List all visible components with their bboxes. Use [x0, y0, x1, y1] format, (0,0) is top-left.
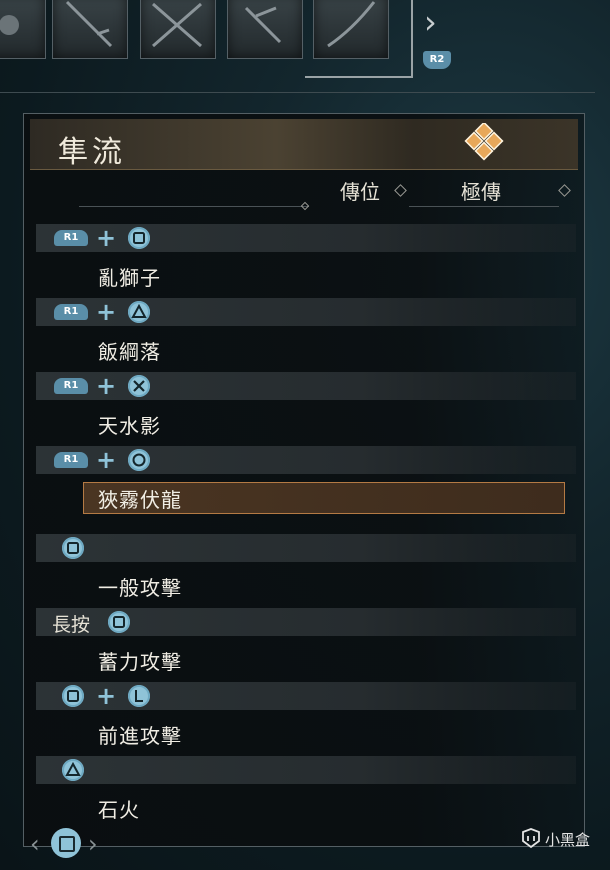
- panel-header: 隼流: [30, 119, 578, 170]
- triangle-button-icon: [128, 301, 150, 323]
- move-name[interactable]: 石火: [98, 794, 140, 823]
- input-row: [36, 534, 576, 562]
- column-header-mastery: 極傳: [461, 180, 501, 204]
- selected-slot-frame: [305, 0, 413, 78]
- input-row: R1 +: [36, 298, 576, 326]
- watermark-logo-icon: [522, 828, 540, 849]
- page-title: 隼流: [58, 135, 126, 170]
- r2-button-badge: R2: [423, 51, 451, 69]
- weapon-slot[interactable]: [52, 0, 128, 59]
- input-row: R1 +: [36, 224, 576, 252]
- r1-button-badge: R1: [54, 452, 88, 468]
- weapon-strip: [0, 0, 413, 78]
- square-button-icon: [51, 828, 81, 858]
- square-button-icon: [62, 685, 84, 707]
- chevron-left-icon[interactable]: ‹: [30, 830, 40, 858]
- square-button-icon: [62, 537, 84, 559]
- plus-icon: +: [96, 446, 117, 474]
- tonfa-icon: [244, 6, 282, 44]
- cross-button-icon: [128, 375, 150, 397]
- move-list-panel: 隼流 傳位 極傳 R1 + 亂獅子 R1 + 飯綱落 R1 + 天水影 R1 +…: [23, 113, 585, 847]
- left-stick-icon: [128, 685, 150, 707]
- diamond-emblem-icon: [464, 123, 504, 161]
- move-name[interactable]: 亂獅子: [98, 262, 161, 291]
- move-name[interactable]: 飯綱落: [98, 336, 161, 365]
- plus-icon: +: [96, 224, 117, 252]
- r1-button-badge: R1: [54, 230, 88, 246]
- hold-label: 長按: [52, 614, 91, 636]
- column-header-transmission: 傳位: [340, 180, 380, 204]
- input-row: 長按: [36, 608, 576, 636]
- input-row: R1 +: [36, 372, 576, 400]
- input-row: R1 +: [36, 446, 576, 474]
- move-name-selected[interactable]: 狹霧伏龍: [98, 484, 182, 513]
- square-button-icon: [128, 227, 150, 249]
- plus-icon: +: [96, 372, 117, 400]
- move-name[interactable]: 前進攻擊: [98, 720, 182, 749]
- watermark-text: 小黑盒: [545, 831, 591, 849]
- divider: [409, 206, 559, 207]
- divider: [79, 206, 309, 207]
- plus-icon: +: [96, 298, 117, 326]
- dual-swords-icon: [152, 2, 202, 48]
- circle-button-icon: [128, 449, 150, 471]
- chevron-right-icon[interactable]: ›: [88, 830, 98, 858]
- page-nav[interactable]: ‹ ›: [30, 826, 100, 862]
- weapon-slot[interactable]: [227, 0, 303, 59]
- fist-icon: [0, 15, 19, 35]
- move-name[interactable]: 天水影: [98, 410, 161, 439]
- move-name[interactable]: 蓄力攻擊: [98, 646, 182, 675]
- move-name[interactable]: 一般攻擊: [98, 572, 182, 601]
- square-button-icon: [108, 611, 130, 633]
- triangle-button-icon: [62, 759, 84, 781]
- input-row: [36, 756, 576, 784]
- diamond-marker-icon: [558, 184, 571, 197]
- weapon-slot[interactable]: [140, 0, 216, 59]
- plus-icon: +: [96, 682, 117, 710]
- r1-button-badge: R1: [54, 378, 88, 394]
- chevron-right-icon[interactable]: ›: [424, 6, 437, 38]
- divider: [0, 92, 595, 93]
- input-row: +: [36, 682, 576, 710]
- diamond-marker-icon: [300, 201, 310, 211]
- katana-icon: [65, 0, 113, 48]
- r1-button-badge: R1: [54, 304, 88, 320]
- diamond-marker-icon: [394, 184, 407, 197]
- weapon-slot[interactable]: [0, 0, 46, 59]
